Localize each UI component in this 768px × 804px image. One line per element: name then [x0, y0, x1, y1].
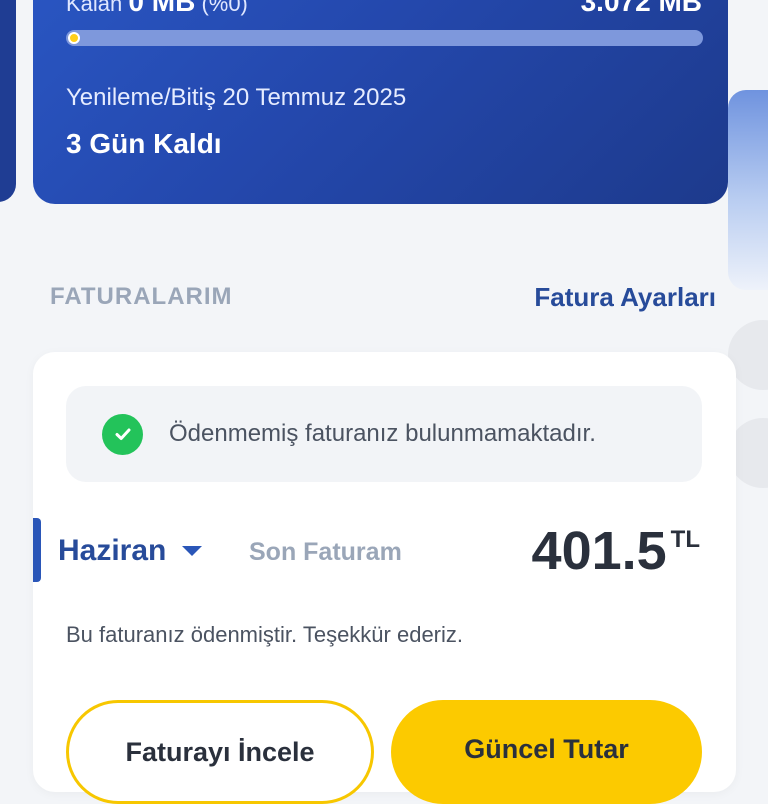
previous-usage-card[interactable]	[0, 0, 16, 202]
renewal-date: Yenileme/Bitiş 20 Temmuz 2025	[66, 84, 407, 111]
data-usage-card[interactable]: Kalan 0 MB (%0) 3.072 MB Yenileme/Bitiş …	[33, 0, 728, 204]
month-dropdown[interactable]: Haziran	[58, 534, 203, 568]
chevron-down-icon	[182, 546, 203, 556]
month-accent-bar	[33, 518, 41, 582]
bill-amount-value: 401.5	[531, 521, 667, 581]
usage-summary-row: Kalan 0 MB (%0) 3.072 MB	[66, 0, 702, 18]
last-bill-label: Son Faturam	[249, 538, 402, 566]
invoice-settings-link[interactable]: Fatura Ayarları	[534, 282, 716, 313]
current-amount-button[interactable]: Güncel Tutar	[391, 700, 702, 804]
total-data: 3.072 MB	[580, 0, 702, 17]
remaining-data: Kalan 0 MB (%0)	[66, 0, 248, 18]
usage-progress-bar	[66, 30, 703, 46]
bill-currency: TL	[670, 526, 700, 553]
check-circle-icon	[102, 413, 143, 455]
unpaid-notice: Ödenmemiş faturanız bulunmamaktadır.	[66, 386, 702, 482]
remaining-prefix: Kalan	[66, 0, 123, 16]
unpaid-notice-text: Ödenmemiş faturanız bulunmamaktadır.	[169, 420, 596, 447]
invoices-section-title: FATURALARIM	[50, 283, 233, 310]
remaining-value: 0 MB	[128, 0, 196, 17]
next-card-edge[interactable]	[728, 90, 768, 290]
bill-amount: 401.5 TL	[532, 524, 700, 578]
progress-indicator	[68, 32, 80, 44]
days-left: 3 Gün Kaldı	[66, 128, 222, 159]
review-invoice-button[interactable]: Faturayı İncele	[66, 700, 374, 804]
selected-month: Haziran	[58, 534, 167, 567]
invoice-card: Ödenmemiş faturanız bulunmamaktadır. Haz…	[33, 352, 736, 804]
remaining-percent: (%0)	[201, 0, 248, 16]
paid-message: Bu faturanız ödenmiştir. Teşekkür ederiz…	[66, 622, 464, 647]
